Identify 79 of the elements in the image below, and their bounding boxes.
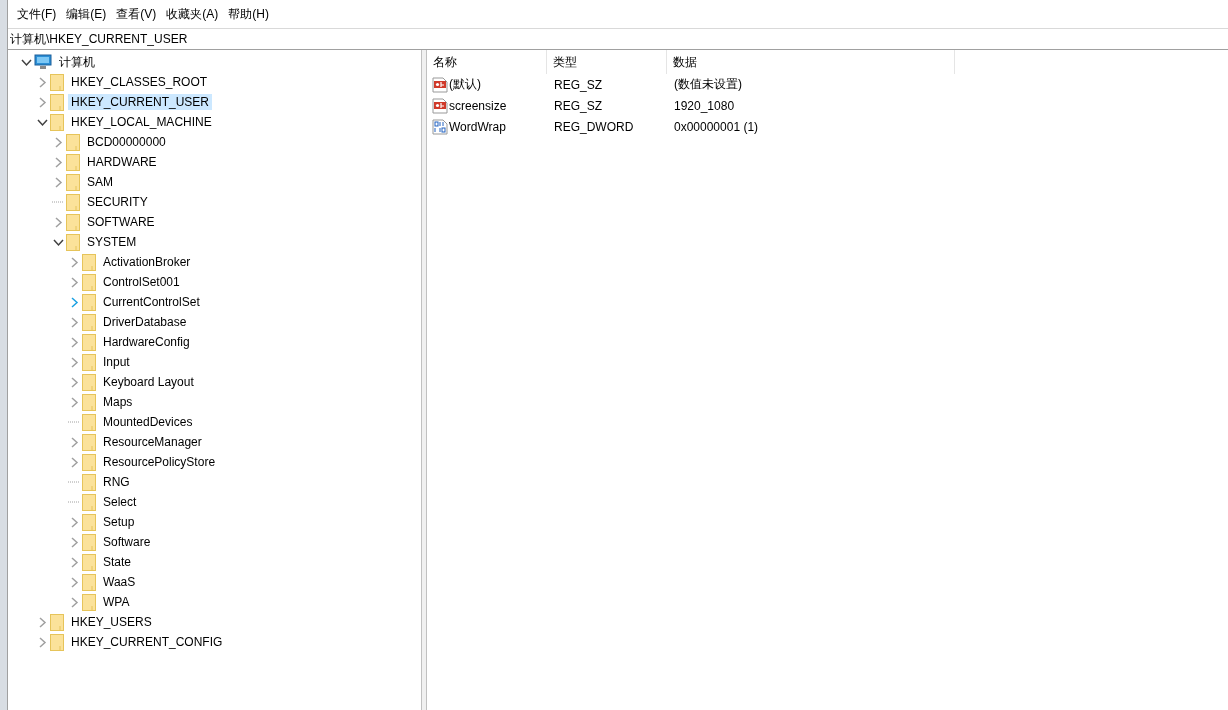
folder-icon (82, 273, 96, 291)
tree-item[interactable]: CurrentControlSet (100, 294, 203, 310)
folder-icon (50, 93, 64, 111)
folder-icon (82, 533, 96, 551)
folder-icon (82, 453, 96, 471)
folder-icon (82, 573, 96, 591)
tree-item[interactable]: HKEY_CLASSES_ROOT (68, 74, 211, 90)
value-data: 1920_1080 (673, 98, 735, 113)
value-name[interactable]: screensize (449, 98, 507, 113)
folder-icon (66, 193, 80, 211)
value-data: (数值未设置) (673, 76, 742, 93)
menu-item[interactable]: 帮助(H) (223, 5, 274, 23)
folder-icon (66, 213, 80, 231)
tree-item[interactable]: SOFTWARE (84, 214, 158, 230)
folder-icon (82, 373, 96, 391)
tree-item[interactable]: ResourcePolicyStore (100, 454, 219, 470)
value-type: REG_SZ (553, 98, 603, 113)
folder-icon (82, 393, 96, 411)
column-header[interactable]: 名称 (427, 50, 547, 74)
folder-icon (82, 493, 96, 511)
folder-icon (66, 173, 80, 191)
folder-icon (50, 113, 64, 131)
tree-item[interactable]: HardwareConfig (100, 334, 193, 350)
folder-icon (82, 553, 96, 571)
tree-item[interactable]: DriverDatabase (100, 314, 190, 330)
tree-item[interactable]: ControlSet001 (100, 274, 183, 290)
tree-item[interactable]: WPA (100, 594, 133, 610)
tree-item[interactable]: HKEY_LOCAL_MACHINE (68, 114, 215, 130)
folder-icon (66, 153, 80, 171)
tree-item[interactable]: RNG (100, 474, 133, 490)
pane-splitter[interactable] (422, 50, 427, 710)
value-type: REG_SZ (553, 77, 603, 92)
folder-icon (82, 353, 96, 371)
folder-icon (82, 293, 96, 311)
tree-item[interactable]: State (100, 554, 135, 570)
tree-item[interactable]: HKEY_CURRENT_CONFIG (68, 634, 226, 650)
column-header[interactable]: 类型 (547, 50, 667, 74)
tree-item[interactable]: SYSTEM (84, 234, 140, 250)
menu-item[interactable]: 查看(V) (111, 5, 162, 23)
folder-icon (82, 433, 96, 451)
tree-item[interactable]: SECURITY (84, 194, 151, 210)
tree-item[interactable]: SAM (84, 174, 116, 190)
folder-icon (82, 593, 96, 611)
tree-item[interactable]: Input (100, 354, 133, 370)
tree-item[interactable]: HKEY_CURRENT_USER (68, 94, 213, 110)
menu-item[interactable]: 编辑(E) (61, 5, 112, 23)
folder-icon (82, 513, 96, 531)
folder-icon (50, 613, 64, 631)
tree-item[interactable]: Select (100, 494, 140, 510)
tree-item[interactable]: ActivationBroker (100, 254, 194, 270)
tree-item[interactable]: Software (100, 534, 154, 550)
folder-icon (50, 633, 64, 651)
folder-icon (82, 333, 96, 351)
folder-icon (66, 133, 80, 151)
tree-item[interactable]: MountedDevices (100, 414, 196, 430)
folder-icon (82, 313, 96, 331)
value-data: 0x00000001 (1) (673, 119, 759, 134)
menu-item[interactable]: 文件(F) (12, 5, 62, 23)
tree-item[interactable]: HKEY_USERS (68, 614, 155, 630)
menu-item[interactable]: 收藏夹(A) (161, 5, 224, 23)
folder-icon (50, 73, 64, 91)
folder-icon (66, 233, 80, 251)
folder-icon (82, 473, 96, 491)
value-type: REG_DWORD (553, 119, 635, 134)
column-header[interactable]: 数据 (667, 50, 955, 74)
folder-icon (82, 413, 96, 431)
tree-item[interactable]: BCD00000000 (84, 134, 169, 150)
tree-item[interactable]: WaaS (100, 574, 139, 590)
address-field[interactable]: 计算机\HKEY_CURRENT_USER (8, 28, 1228, 50)
tree-item[interactable]: Maps (100, 394, 136, 410)
value-name[interactable]: (默认) (449, 76, 481, 93)
value-name[interactable]: WordWrap (449, 119, 506, 134)
tree-item[interactable]: HARDWARE (84, 154, 160, 170)
tree-item[interactable]: ResourceManager (100, 434, 205, 450)
tree-item[interactable]: Keyboard Layout (100, 374, 197, 390)
folder-icon (82, 253, 96, 271)
computer-icon (34, 54, 52, 70)
tree-item[interactable]: 计算机 (56, 52, 98, 72)
tree-item[interactable]: Setup (100, 514, 138, 530)
